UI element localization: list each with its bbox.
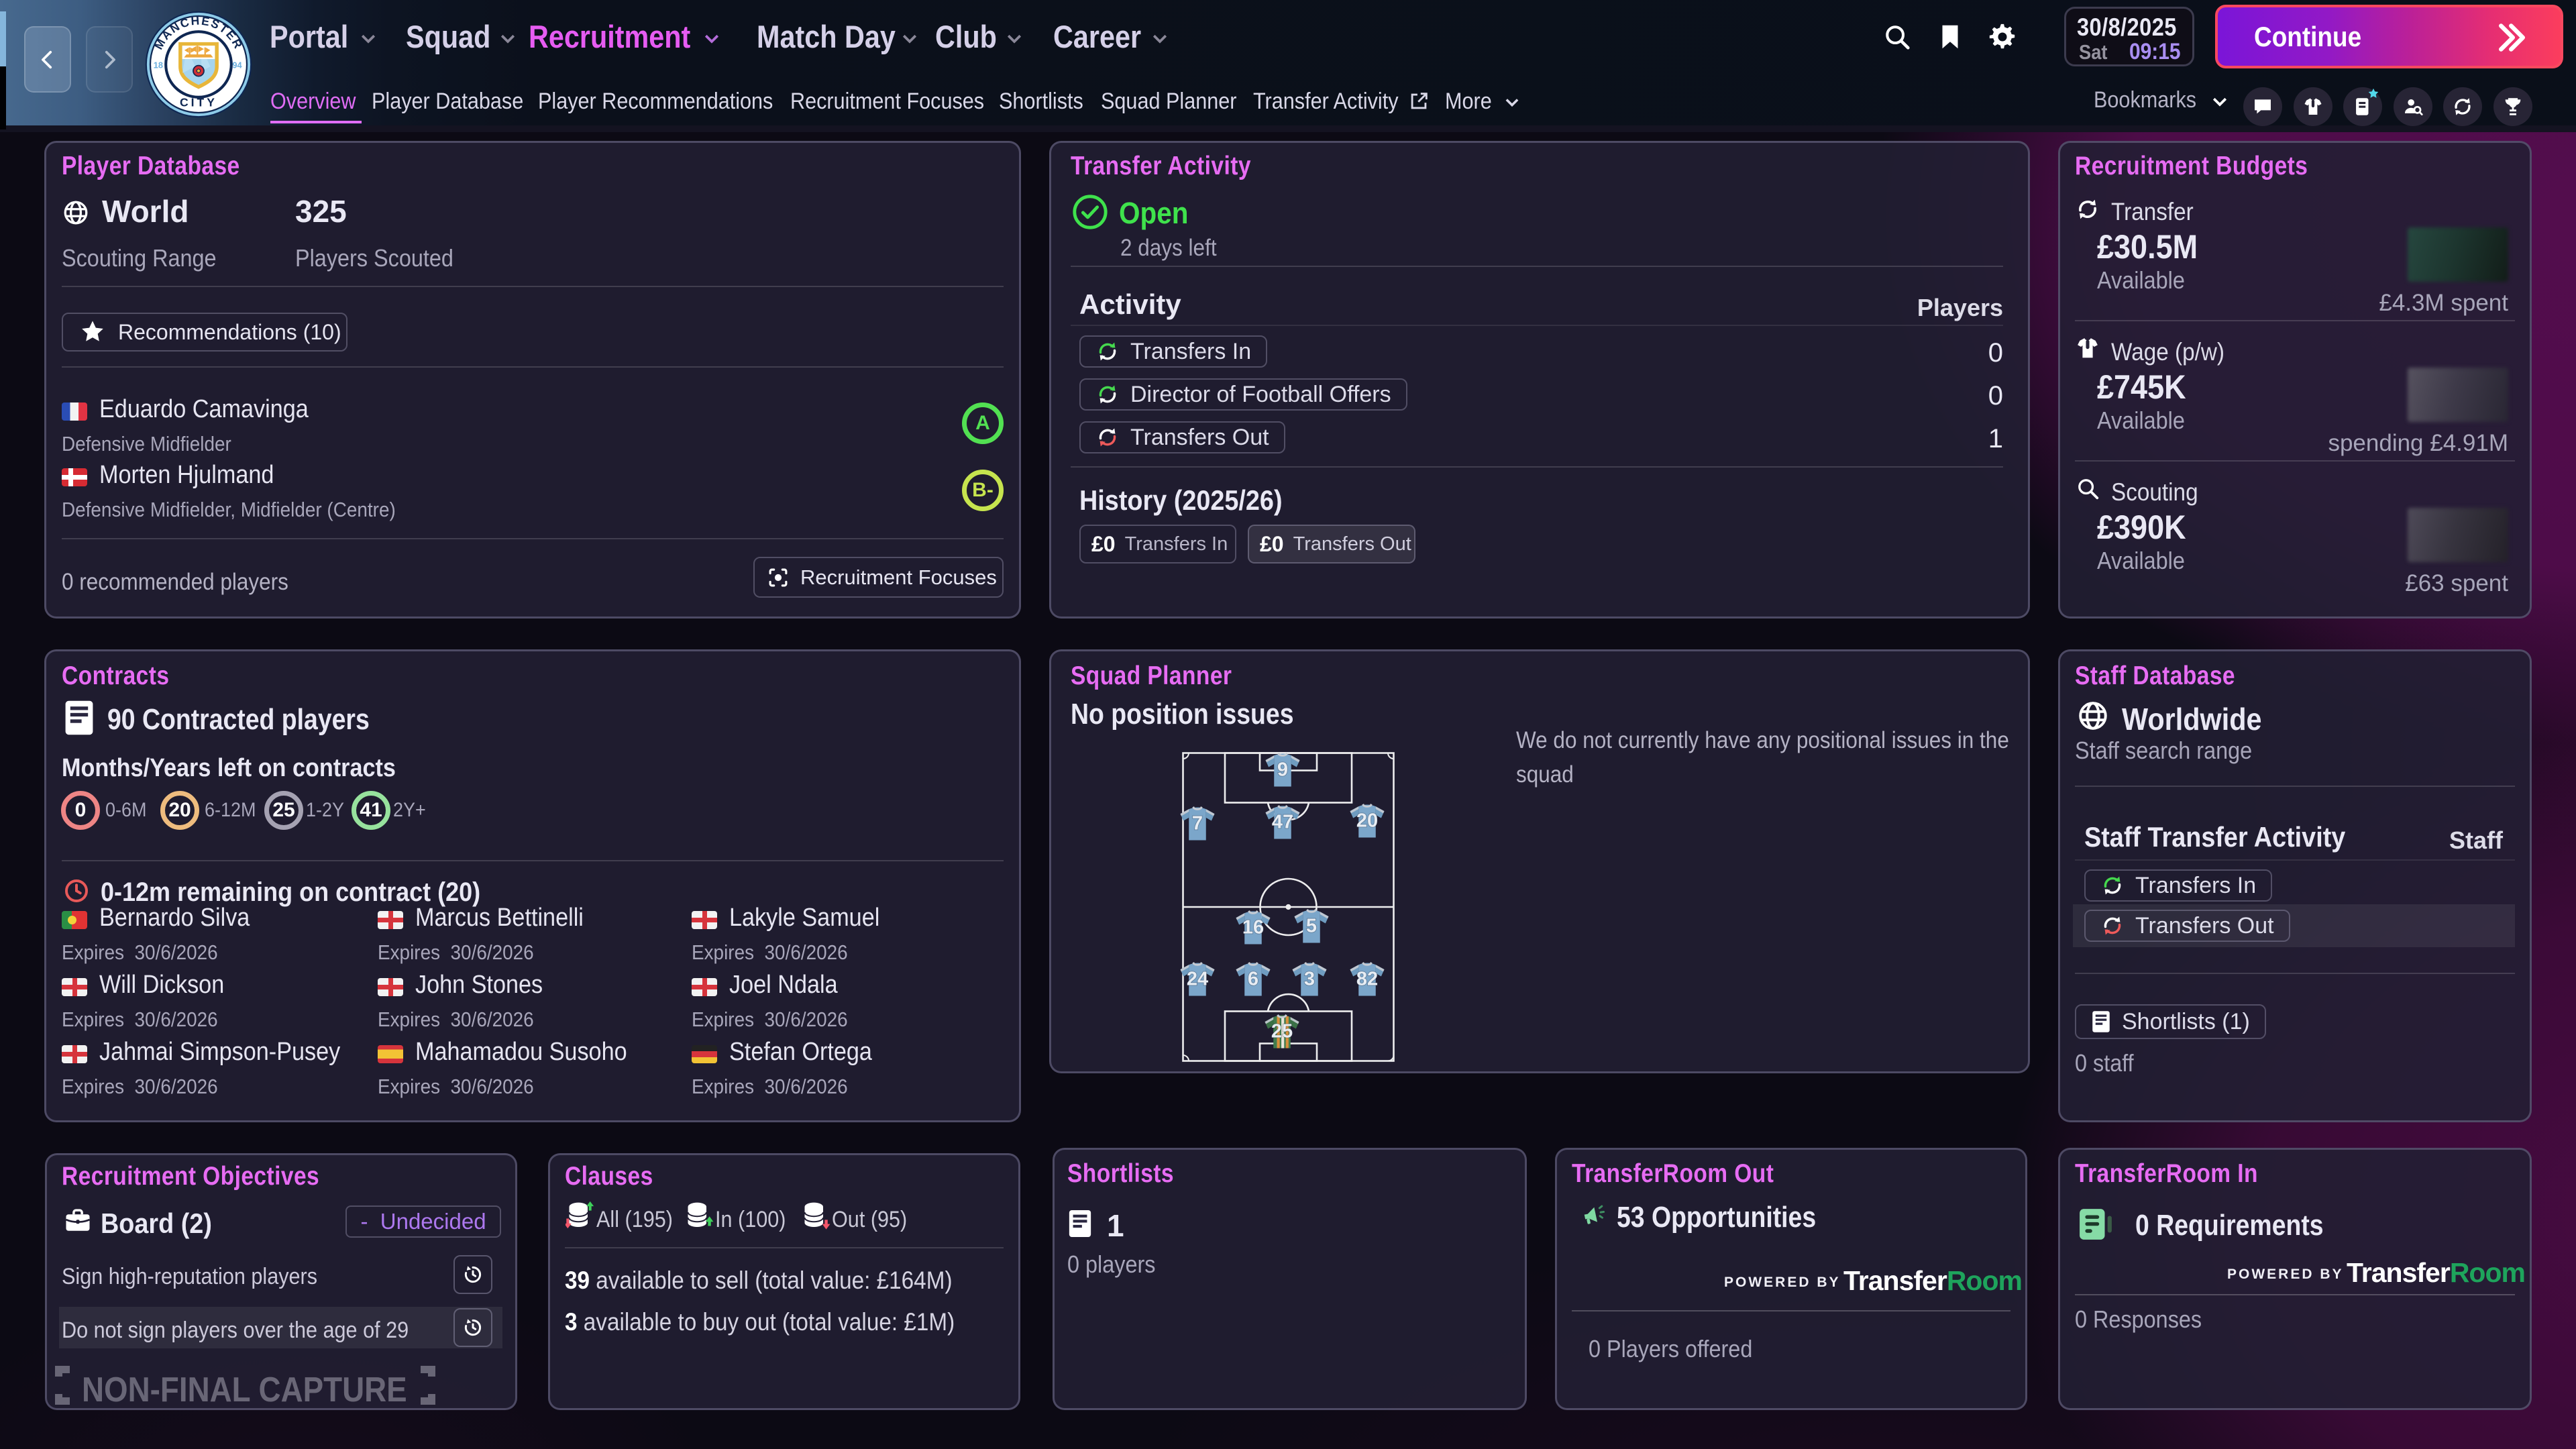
svg-text:18: 18 <box>154 60 163 70</box>
svg-text:CITY: CITY <box>180 95 217 109</box>
svg-text:9: 9 <box>1277 759 1288 780</box>
svg-text:47: 47 <box>1272 811 1293 833</box>
svg-text:3: 3 <box>1304 968 1315 989</box>
svg-text:7: 7 <box>1192 812 1203 834</box>
svg-text:6: 6 <box>1248 968 1258 989</box>
svg-text:82: 82 <box>1356 968 1378 989</box>
svg-text:5: 5 <box>1306 915 1317 936</box>
svg-text:16: 16 <box>1242 916 1264 938</box>
svg-text:94: 94 <box>232 60 242 70</box>
svg-text:20: 20 <box>1356 810 1378 831</box>
svg-text:25: 25 <box>1271 1020 1293 1042</box>
svg-text:24: 24 <box>1187 968 1208 989</box>
